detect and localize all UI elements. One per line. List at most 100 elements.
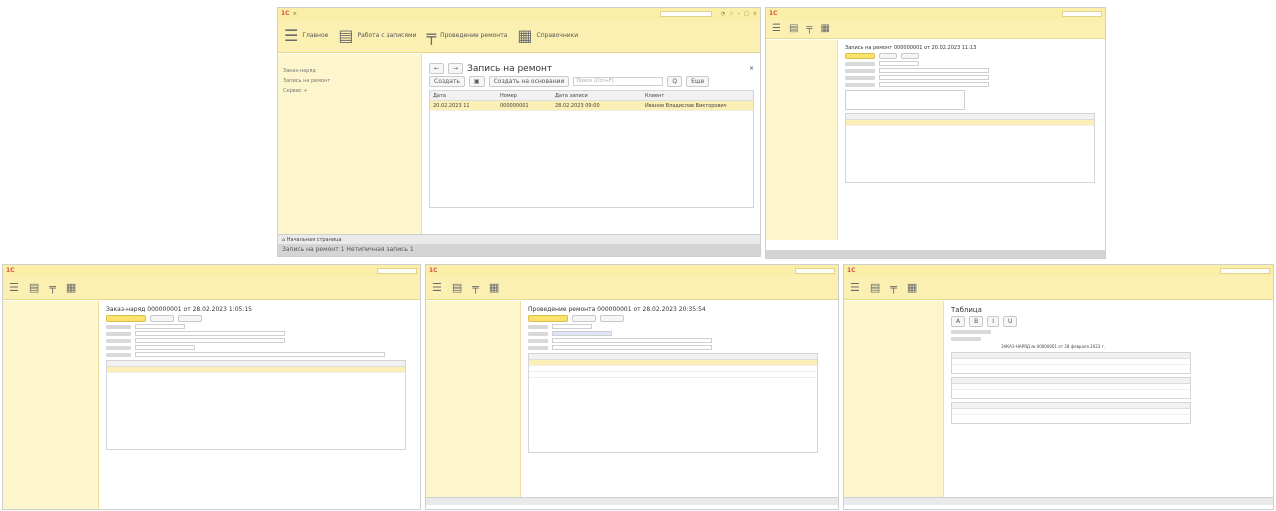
search-icon[interactable]: Q — [667, 76, 683, 87]
sidebar-item[interactable] — [431, 315, 515, 321]
home-icon[interactable]: ⌂ — [282, 237, 285, 243]
sidebar-item[interactable] — [8, 339, 93, 345]
sidebar-item[interactable] — [849, 323, 938, 329]
field-input[interactable] — [135, 324, 185, 329]
field-input[interactable] — [879, 61, 919, 66]
list-icon[interactable]: ☰ — [850, 281, 860, 294]
sidebar-item-service[interactable]: Сервис + — [283, 88, 416, 96]
global-search-input[interactable] — [1220, 267, 1270, 274]
post-button[interactable] — [178, 315, 202, 322]
underline-icon[interactable]: U — [1003, 316, 1018, 327]
field-input[interactable] — [135, 352, 385, 357]
sidebar-item[interactable] — [849, 347, 938, 353]
sidebar-item[interactable] — [8, 307, 93, 313]
column-header[interactable]: Клиент — [645, 93, 664, 99]
more-button[interactable]: Еще — [686, 76, 710, 87]
global-search-input[interactable] — [1062, 10, 1102, 17]
printer-icon[interactable]: ▤ — [789, 23, 798, 34]
printer-icon[interactable]: ▤ — [452, 281, 462, 294]
sidebar-item[interactable] — [771, 86, 832, 92]
italic-icon[interactable]: I — [987, 316, 1000, 327]
menu-icon[interactable]: ≡ — [293, 11, 297, 17]
section-records[interactable]: ▤ Работа с записями — [338, 26, 416, 45]
post-and-close-button[interactable] — [528, 315, 568, 322]
wrench-icon[interactable]: ╤ — [49, 281, 56, 294]
post-button[interactable] — [901, 53, 919, 59]
column-header[interactable]: Дата записи — [555, 93, 645, 99]
catalog-icon[interactable]: ▦ — [489, 281, 499, 294]
list-icon[interactable]: ☰ — [772, 23, 781, 34]
field-input[interactable] — [135, 345, 195, 350]
print-icon[interactable]: A — [951, 316, 966, 327]
wrench-icon[interactable]: ╤ — [472, 281, 479, 294]
global-search-input[interactable] — [377, 267, 417, 274]
sidebar-item[interactable] — [771, 78, 832, 84]
table-row[interactable] — [529, 372, 817, 378]
save-button[interactable] — [879, 53, 897, 59]
field-input[interactable] — [879, 82, 989, 87]
list-icon[interactable]: ☰ — [432, 281, 442, 294]
close-form-icon[interactable]: × — [749, 65, 754, 72]
table-row[interactable] — [846, 120, 1094, 126]
save-button[interactable] — [572, 315, 596, 322]
wrench-icon[interactable]: ╤ — [806, 23, 812, 34]
minimize-icon[interactable]: – — [738, 11, 741, 17]
post-button[interactable] — [600, 315, 624, 322]
close-icon[interactable]: × — [753, 11, 757, 17]
sidebar-item[interactable] — [431, 347, 515, 353]
sidebar-item[interactable] — [771, 54, 832, 60]
sidebar-item[interactable] — [431, 339, 515, 345]
global-search-input[interactable] — [659, 10, 712, 17]
forward-button[interactable]: → — [448, 63, 464, 74]
field-input[interactable] — [879, 75, 989, 80]
printer-icon[interactable]: ▤ — [870, 281, 880, 294]
start-page-tab[interactable]: Начальная страница — [287, 237, 342, 243]
field-input[interactable] — [552, 345, 712, 350]
sidebar-item[interactable] — [849, 331, 938, 337]
global-search-input[interactable] — [795, 267, 835, 274]
catalog-icon[interactable]: ▦ — [820, 23, 829, 34]
printer-icon[interactable]: ▤ — [29, 281, 39, 294]
field-input[interactable] — [879, 68, 989, 73]
field-input[interactable] — [552, 331, 612, 336]
sidebar-item[interactable] — [431, 323, 515, 329]
field-input[interactable] — [135, 331, 285, 336]
sidebar-item[interactable] — [771, 46, 832, 52]
column-header[interactable]: Номер — [500, 93, 555, 99]
sidebar-item[interactable] — [849, 307, 938, 313]
bold-icon[interactable]: B — [969, 316, 984, 327]
section-catalogs[interactable]: ▦ Справочники — [517, 26, 578, 45]
sidebar-item-work-order[interactable]: Заказ-наряд — [283, 68, 416, 76]
sidebar-item[interactable] — [849, 339, 938, 345]
list-icon[interactable]: ☰ — [9, 281, 19, 294]
star-icon[interactable]: ☆ — [729, 11, 733, 17]
sidebar-item[interactable] — [8, 323, 93, 329]
maximize-icon[interactable]: □ — [744, 11, 749, 17]
sidebar-item-repair-record[interactable]: Запись на ремонт — [283, 78, 416, 86]
table-row[interactable] — [107, 367, 405, 373]
section-main[interactable]: ☰ Главное — [284, 26, 328, 45]
create-based-button[interactable]: Создать на основании — [488, 76, 570, 87]
section-repair[interactable]: ╤ Проведение ремонта — [426, 26, 507, 45]
sidebar-item[interactable] — [431, 331, 515, 337]
table-row[interactable]: 20.02.2023 11 000000001 28.02.2023 09:00… — [430, 101, 753, 111]
search-input[interactable]: Поиск (Ctrl+F) — [573, 77, 664, 86]
wrench-icon[interactable]: ╤ — [890, 281, 897, 294]
back-button[interactable]: ← — [429, 63, 445, 74]
sidebar-item[interactable] — [8, 355, 93, 361]
sidebar-item[interactable] — [771, 62, 832, 68]
field-input[interactable] — [552, 338, 712, 343]
sidebar-item[interactable] — [8, 331, 93, 337]
comment-textarea[interactable] — [845, 90, 965, 110]
sidebar-item[interactable] — [431, 307, 515, 313]
post-and-close-button[interactable] — [845, 53, 875, 59]
save-button[interactable] — [150, 315, 174, 322]
column-header[interactable]: Дата — [430, 93, 500, 99]
catalog-icon[interactable]: ▦ — [907, 281, 917, 294]
field-input[interactable] — [135, 338, 285, 343]
sidebar-item[interactable] — [8, 315, 93, 321]
sidebar-item[interactable] — [771, 70, 832, 76]
catalog-icon[interactable]: ▦ — [66, 281, 76, 294]
bell-icon[interactable]: ◔ — [721, 11, 725, 17]
sidebar-item[interactable] — [849, 315, 938, 321]
